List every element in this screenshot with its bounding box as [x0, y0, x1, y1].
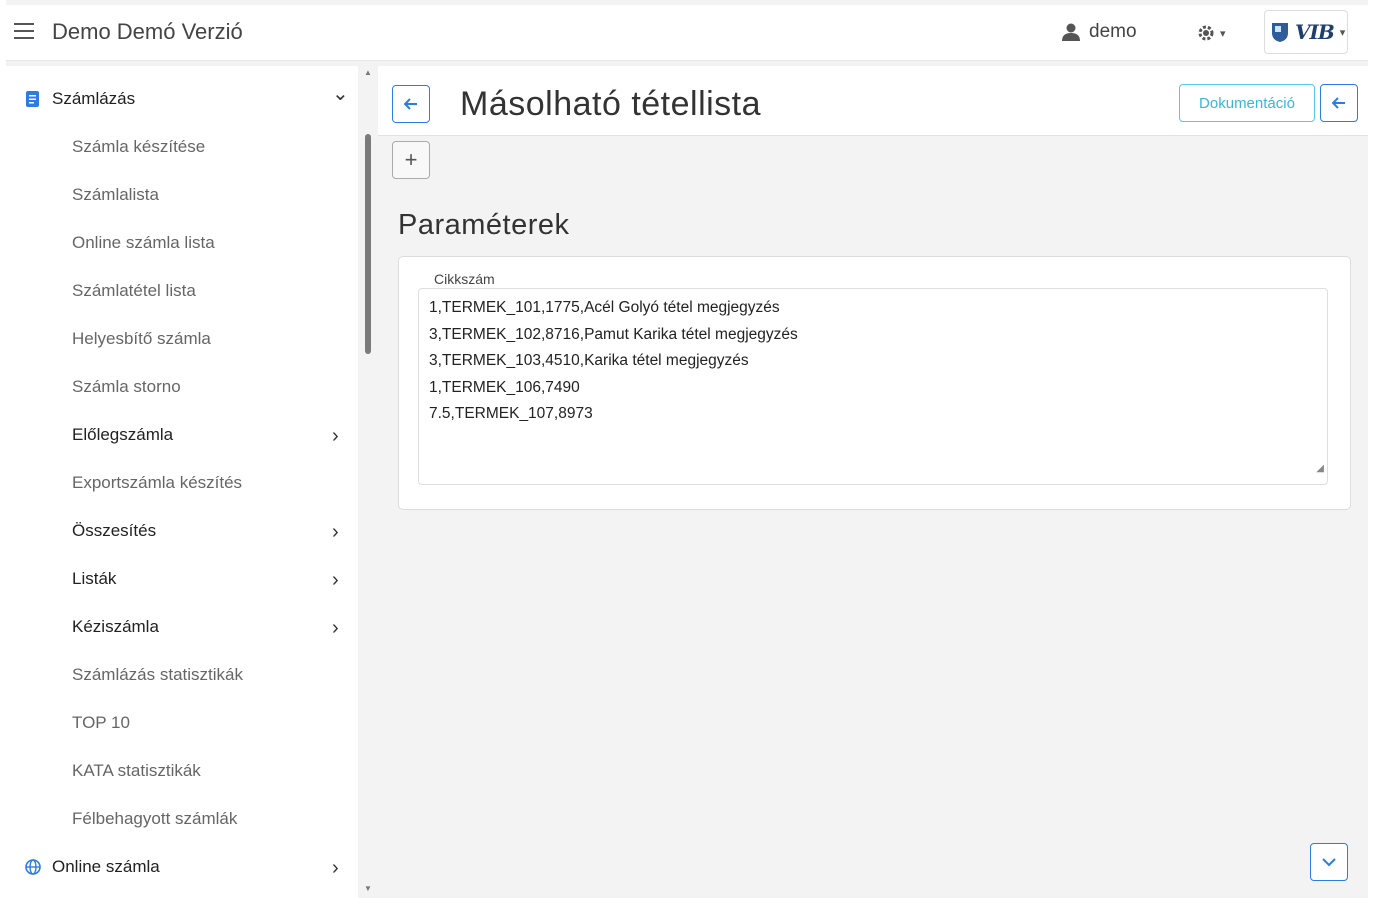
sidebar-item-szamlalista[interactable]: Számlalista — [6, 171, 358, 219]
arrow-left-icon — [404, 98, 417, 110]
top-bar: Demo Demó Verzió demo ▾ VIB ▾ — [6, 5, 1368, 61]
sidebar-item-label: Helyesbítő számla — [72, 329, 211, 348]
sidebar-item-label: Kéziszámla — [72, 617, 159, 636]
sidebar-item-label: Előlegszámla — [72, 425, 174, 444]
item-number-textarea[interactable]: 1,TERMEK_101,1775,Acél Golyó tétel megje… — [418, 288, 1328, 485]
sidebar-item-helyesbito-szamla[interactable]: Helyesbítő számla — [6, 315, 358, 363]
arrow-left-icon — [1332, 97, 1345, 109]
textarea-line: 1,TERMEK_101,1775,Acél Golyó tétel megje… — [429, 299, 780, 316]
textarea-line: 3,TERMEK_102,8716,Pamut Karika tétel meg… — [429, 325, 798, 343]
sidebar-item-szamlatetel-lista[interactable]: Számlatétel lista — [6, 267, 358, 315]
back-button[interactable] — [392, 85, 430, 123]
sidebar-item-listak[interactable]: Listák › — [6, 555, 358, 603]
sidebar-item-online-szamla-lista[interactable]: Online számla lista — [6, 219, 358, 267]
page-header: Másolható tétellista Dokumentáció — [378, 66, 1368, 136]
textarea-line: 7.5,TERMEK_107,8973 — [429, 405, 593, 422]
sidebar-item-label: Online számla — [52, 857, 160, 876]
app-title: Demo Demó Verzió — [52, 19, 243, 44]
chevron-down-icon — [1322, 857, 1336, 866]
sidebar-item-top10[interactable]: TOP 10 — [6, 699, 358, 747]
sidebar-item-label: Félbehagyott számlák — [72, 809, 238, 828]
sidebar-item-label: Exportszámla készítés — [72, 473, 243, 492]
chevron-right-icon: › — [332, 617, 339, 639]
scroll-up-arrow-icon[interactable]: ▲ — [364, 68, 372, 77]
parameters-panel: Cikkszám 1,TERMEK_101,1775,Acél Golyó té… — [398, 256, 1351, 510]
chevron-right-icon: › — [332, 521, 339, 543]
sidebar: Számlázás ⌄ Számla készítése Számlalista… — [6, 66, 358, 898]
chevron-right-icon: › — [332, 425, 339, 447]
sidebar-item-kata-statisztikak[interactable]: KATA statisztikák — [6, 747, 358, 795]
chevron-down-icon: ▾ — [1339, 26, 1346, 39]
sidebar-item-label: Online számla lista — [72, 233, 215, 252]
shield-logo-icon — [1272, 23, 1288, 42]
chevron-right-icon: › — [332, 569, 339, 591]
user-icon — [1062, 23, 1080, 41]
gear-icon — [1198, 25, 1214, 41]
settings-menu[interactable]: ▾ — [1196, 23, 1226, 43]
sidebar-item-label: KATA statisztikák — [72, 761, 201, 780]
back-button-right[interactable] — [1320, 84, 1358, 122]
textarea-line: 1,TERMEK_106,7490 — [429, 378, 580, 396]
sidebar-item-label: Számlázás — [52, 89, 136, 108]
sidebar-item-label: TOP 10 — [72, 713, 130, 732]
user-menu[interactable]: demo — [1061, 21, 1137, 43]
sidebar-item-label: Listák — [72, 569, 117, 588]
textarea-line: 3,TERMEK_103,4510,Karika tétel megjegyzé… — [429, 352, 749, 369]
sidebar-item-label: Számla készítése — [72, 137, 206, 156]
sidebar-item-szamla-storno[interactable]: Számla storno — [6, 363, 358, 411]
sidebar-item-szamla-keszitese[interactable]: Számla készítése — [6, 123, 358, 171]
chevron-right-icon: › — [332, 857, 339, 879]
sidebar-item-label: Számlalista — [72, 185, 159, 204]
scroll-down-arrow-icon[interactable]: ▼ — [364, 884, 372, 893]
sidebar-item-felbehagyott-szamlak[interactable]: Félbehagyott számlák — [6, 795, 358, 843]
sidebar-item-szamlazas-statisztikak[interactable]: Számlázás statisztikák — [6, 651, 358, 699]
sidebar-item-label: Összesítés — [72, 521, 157, 540]
page-title: Másolható tétellista — [460, 85, 762, 123]
document-icon — [26, 91, 39, 107]
add-button[interactable]: + — [392, 141, 430, 179]
sidebar-item-osszesites[interactable]: Összesítés › — [6, 507, 358, 555]
field-label: Cikkszám — [431, 271, 498, 287]
sidebar-item-exportszamla[interactable]: Exportszámla készítés — [6, 459, 358, 507]
documentation-button[interactable]: Dokumentáció — [1179, 84, 1315, 122]
sidebar-scrollbar[interactable]: ▲ ▼ — [363, 66, 373, 898]
sidebar-item-online-szamla[interactable]: Online számla › — [6, 843, 358, 891]
menu-icon[interactable] — [14, 23, 34, 39]
sidebar-item-keziszamla[interactable]: Kéziszámla › — [6, 603, 358, 651]
scroll-thumb[interactable] — [365, 134, 371, 354]
resize-grip-icon[interactable]: ◢ — [1316, 456, 1324, 483]
sidebar-item-label: Számlázás statisztikák — [72, 665, 243, 684]
user-name: demo — [1089, 21, 1137, 42]
section-title: Paraméterek — [398, 209, 570, 241]
chevron-down-icon: ⌄ — [332, 83, 349, 105]
scroll-to-bottom-button[interactable] — [1310, 843, 1348, 881]
app-window: Demo Demó Verzió demo ▾ VIB ▾ Számlázás … — [6, 0, 1368, 898]
sidebar-item-szamlazas[interactable]: Számlázás ⌄ — [6, 75, 358, 123]
sidebar-item-label: Számla storno — [72, 377, 181, 396]
chevron-down-icon: ▾ — [1220, 27, 1226, 40]
logo-text: VIB — [1295, 20, 1335, 44]
sidebar-item-eloleg-szamla[interactable]: Előlegszámla › — [6, 411, 358, 459]
logo-menu[interactable]: VIB ▾ — [1264, 10, 1348, 54]
sidebar-item-label: Számlatétel lista — [72, 281, 196, 300]
globe-icon — [25, 859, 41, 875]
